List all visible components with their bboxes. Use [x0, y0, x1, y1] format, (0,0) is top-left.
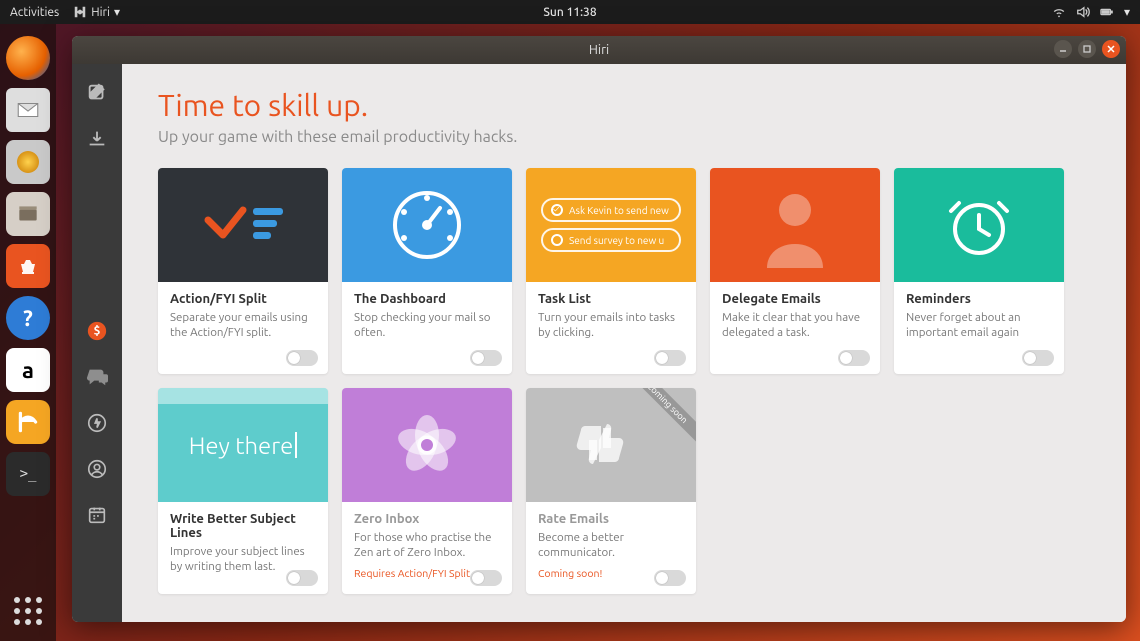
card-hero [894, 168, 1064, 282]
download-icon[interactable] [82, 124, 112, 154]
toggle[interactable] [470, 350, 502, 366]
card-action-fyi[interactable]: Action/FYI Split Separate your emails usi… [158, 168, 328, 374]
card-reminders[interactable]: Reminders Never forget about an important… [894, 168, 1064, 374]
compose-icon[interactable] [82, 78, 112, 108]
card-hero [710, 168, 880, 282]
window-minimize-button[interactable] [1054, 40, 1072, 58]
card-desc: Separate your emails using the Action/FY… [170, 311, 316, 341]
battery-icon[interactable] [1100, 5, 1114, 19]
bolt-circle-icon[interactable] [82, 408, 112, 438]
card-title: Task List [538, 292, 684, 306]
dock-mail[interactable] [6, 88, 50, 132]
card-hero: Hey there [158, 388, 328, 502]
dock-firefox[interactable] [6, 36, 50, 80]
toggle[interactable] [286, 570, 318, 586]
card-title: Rate Emails [538, 512, 684, 526]
card-desc: Stop checking your mail so often. [354, 311, 500, 341]
card-desc: Never forget about an important email ag… [906, 311, 1052, 341]
topbar-clock[interactable]: Sun 11:38 [543, 6, 596, 19]
page-title: Time to skill up. [158, 88, 1096, 122]
card-tasklist[interactable]: Ask Kevin to send new Send survey to new… [526, 168, 696, 374]
card-subject-lines[interactable]: Hey there Write Better Subject LinesImpr… [158, 388, 328, 594]
hiri-small-icon [73, 5, 87, 19]
toggle[interactable] [470, 570, 502, 586]
hiri-sidebar: $ [72, 64, 122, 622]
dock-terminal[interactable]: >_ [6, 452, 50, 496]
dock-rhythmbox[interactable] [6, 140, 50, 184]
toggle[interactable] [286, 350, 318, 366]
card-desc: Make it clear that you have delegated a … [722, 311, 868, 341]
window-titlebar[interactable]: Hiri [72, 36, 1126, 64]
card-desc: For those who practise the Zen art of Ze… [354, 531, 500, 561]
card-zero-inbox[interactable]: Zero Inbox For those who practise the Zen… [342, 388, 512, 594]
toggle[interactable] [1022, 350, 1054, 366]
dock-software[interactable] [6, 244, 50, 288]
profile-icon[interactable] [82, 454, 112, 484]
task-pill: Ask Kevin to send new [541, 198, 681, 222]
card-desc: Turn your emails into tasks by clicking. [538, 311, 684, 341]
calendar-icon[interactable] [82, 500, 112, 530]
page-subtitle: Up your game with these email productivi… [158, 128, 1096, 146]
chat-icon[interactable] [82, 362, 112, 392]
toggle[interactable] [838, 350, 870, 366]
card-title: Write Better Subject Lines [170, 512, 316, 540]
pricing-icon[interactable]: $ [82, 316, 112, 346]
dock-help[interactable]: ? [6, 296, 50, 340]
dock-show-apps[interactable] [8, 591, 48, 631]
toggle[interactable] [654, 570, 686, 586]
main-content: Time to skill up. Up your game with thes… [122, 64, 1126, 622]
hero-text: Hey there [189, 432, 293, 459]
card-desc: Become a better communicator. [538, 531, 684, 561]
dock-files[interactable] [6, 192, 50, 236]
card-hero [342, 168, 512, 282]
topbar-app-indicator[interactable]: Hiri ▾ [73, 5, 120, 19]
card-hero [158, 168, 328, 282]
activities-button[interactable]: Activities [10, 6, 59, 19]
card-hero [342, 388, 512, 502]
card-title: Zero Inbox [354, 512, 500, 526]
card-delegate[interactable]: Delegate Emails Make it clear that you ha… [710, 168, 880, 374]
window-title: Hiri [589, 43, 609, 57]
system-menu-caret[interactable]: ▾ [1124, 5, 1130, 19]
skills-grid: Action/FYI Split Separate your emails usi… [158, 168, 1096, 594]
card-dashboard[interactable]: The Dashboard Stop checking your mail so … [342, 168, 512, 374]
card-title: Action/FYI Split [170, 292, 316, 306]
system-topbar: Activities Hiri ▾ Sun 11:38 ▾ [0, 0, 1140, 24]
wifi-icon[interactable] [1052, 5, 1066, 19]
dock-hiri[interactable] [6, 400, 50, 444]
card-hero: Coming soon [526, 388, 696, 502]
topbar-app-name: Hiri [91, 6, 110, 19]
card-title: Reminders [906, 292, 1052, 306]
window-close-button[interactable] [1102, 40, 1120, 58]
hiri-window: Hiri $ Time to skill up. Up your game wi… [72, 36, 1126, 622]
volume-icon[interactable] [1076, 5, 1090, 19]
toggle[interactable] [654, 350, 686, 366]
dock-amazon[interactable]: a [6, 348, 50, 392]
card-hero: Ask Kevin to send new Send survey to new… [526, 168, 696, 282]
card-title: Delegate Emails [722, 292, 868, 306]
task-pill: Send survey to new u [541, 228, 681, 252]
svg-text:$: $ [94, 325, 101, 338]
card-title: The Dashboard [354, 292, 500, 306]
ubuntu-dock: ? a >_ [0, 24, 56, 641]
window-maximize-button[interactable] [1078, 40, 1096, 58]
card-rate-emails[interactable]: Coming soon Rate Emails Become a better c… [526, 388, 696, 594]
